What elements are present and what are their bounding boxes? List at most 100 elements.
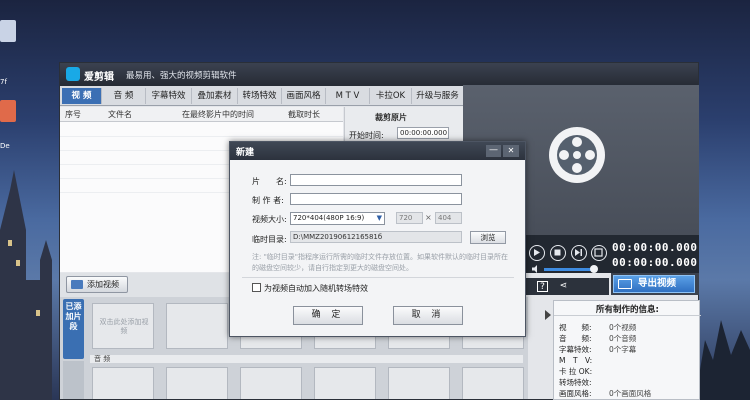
audio-track[interactable]	[90, 355, 523, 363]
info-label-audio: 音 频:	[559, 334, 592, 343]
dropdown-arrow-icon: ▼	[376, 214, 382, 222]
timeline-slot[interactable]	[166, 367, 228, 399]
castle-silhouette	[0, 170, 52, 400]
current-time: 00:00:00.000	[612, 241, 698, 254]
video-size-select[interactable]: 720*404(480P 16:9) ▼	[290, 212, 385, 225]
app-name: 爱剪辑	[84, 72, 114, 83]
random-transition-label[interactable]: 为视频自动加入随机转场特效	[264, 283, 368, 294]
stop-button[interactable]	[550, 245, 566, 261]
add-video-label: 添加视频	[87, 280, 119, 289]
app-titlebar[interactable]: 爱剪辑 最易用、强大的视频剪辑软件	[60, 63, 698, 86]
volume-row	[524, 264, 614, 275]
play-icon	[534, 249, 540, 256]
dialog-divider	[242, 277, 514, 278]
video-size-value: 720*404(480P 16:9)	[293, 214, 365, 222]
timeline-slot[interactable]: 双击此处添加视频	[92, 303, 154, 349]
info-label-video: 视 频:	[559, 323, 592, 332]
info-value-picture-style: 0个画面风格	[609, 389, 652, 398]
project-info-panel: 所有制作的信息: 视 频: 0个视频 音 频: 0个音频 字幕特效: 0个字幕 …	[553, 300, 701, 400]
info-label-karaoke: 卡 拉 OK:	[559, 367, 593, 376]
desktop-icon-label: 7f	[0, 78, 7, 86]
volume-icon[interactable]	[531, 264, 541, 274]
desktop-icon-label: De	[0, 142, 10, 150]
temp-dir-note: 注: "临时目录"指程序运行所需的临时文件存放位置。如果软件默认的临时目录所在的…	[252, 253, 509, 272]
start-time-input[interactable]: 00:00:00.000	[397, 127, 449, 139]
export-video-label: 导出视频	[638, 278, 677, 289]
tab-mtv[interactable]: M T V	[326, 88, 370, 104]
film-add-icon	[71, 280, 83, 289]
title-field-label: 片 名:	[252, 177, 287, 186]
tab-video[interactable]: 视 频	[62, 88, 102, 104]
timeline-side-tab[interactable]	[63, 361, 84, 399]
timeline-slot[interactable]	[92, 367, 154, 399]
fullscreen-button[interactable]	[591, 245, 607, 261]
app-logo-icon	[66, 67, 80, 81]
tab-subtitle-effects[interactable]: 字幕特效	[146, 88, 192, 104]
desktop-file-icon[interactable]	[0, 100, 16, 122]
info-label-mtv: M T V:	[559, 356, 593, 365]
author-field[interactable]	[290, 193, 462, 205]
arrow-right-icon	[545, 310, 551, 320]
panel-toggle[interactable]	[545, 310, 551, 370]
height-field: 404	[435, 212, 462, 224]
author-field-label: 制 作 者:	[252, 196, 284, 205]
added-clips-tab[interactable]: 已添加片段	[63, 299, 84, 359]
info-label-picture-style: 画面风格:	[559, 389, 592, 398]
info-value-video: 0个视频	[609, 323, 637, 332]
browse-button[interactable]: 浏览	[470, 231, 506, 244]
fullscreen-icon	[594, 248, 603, 257]
tab-overlay[interactable]: 叠加素材	[192, 88, 238, 104]
audio-track-label: 音 频	[94, 355, 111, 363]
tab-picture-style[interactable]: 画面风格	[282, 88, 326, 104]
tab-karaoke[interactable]: 卡拉OK	[370, 88, 412, 104]
timeline-slot[interactable]	[388, 367, 450, 399]
volume-slider-handle[interactable]	[590, 265, 598, 273]
temp-dir-label: 临时目录:	[252, 235, 287, 244]
help-icon[interactable]: ?	[537, 281, 548, 292]
new-project-dialog: 新建 — ✕ 片 名: 制 作 者: 视频大小: 720*404(480P 16…	[229, 141, 526, 337]
dialog-minimize-button[interactable]: —	[486, 145, 501, 157]
trees-silhouette	[695, 320, 750, 400]
width-field: 720	[396, 212, 423, 224]
column-final-time[interactable]: 在最终影片中的时间	[182, 109, 254, 120]
cancel-button[interactable]: 取 消	[393, 306, 463, 325]
clip-trim-title: 裁剪原片	[375, 113, 407, 122]
timeline-slot[interactable]	[166, 303, 228, 349]
timeline-slot[interactable]	[462, 367, 524, 399]
column-duration[interactable]: 截取时长	[288, 109, 320, 120]
ok-button[interactable]: 确 定	[293, 306, 363, 325]
tab-audio[interactable]: 音 频	[102, 88, 146, 104]
dialog-close-button[interactable]: ✕	[503, 145, 519, 157]
clip-list-header: 序号 文件名 在最终影片中的时间 截取时长	[60, 107, 343, 122]
export-icon	[618, 279, 632, 289]
desktop-file-icon[interactable]	[0, 20, 16, 42]
add-video-button[interactable]: 添加视频	[66, 276, 128, 293]
share-icon[interactable]: ⋖	[558, 281, 569, 292]
title-field[interactable]	[290, 174, 462, 186]
dialog-titlebar[interactable]: 新建 — ✕	[230, 142, 525, 160]
play-button[interactable]	[529, 245, 545, 261]
random-transition-checkbox[interactable]	[252, 283, 261, 292]
volume-slider[interactable]	[544, 268, 592, 271]
info-label-transitions: 转场特效:	[559, 378, 592, 387]
column-filename[interactable]: 文件名	[108, 109, 132, 120]
project-info-title: 所有制作的信息:	[596, 305, 659, 315]
film-reel-icon	[549, 127, 605, 183]
tab-transitions[interactable]: 转场特效	[238, 88, 282, 104]
dialog-title: 新建	[236, 148, 255, 158]
column-index[interactable]: 序号	[65, 109, 81, 120]
slot-hint: 双击此处添加视频	[99, 318, 149, 335]
video-size-label: 视频大小:	[252, 215, 287, 224]
main-tabs: 视 频 音 频 字幕特效 叠加素材 转场特效 画面风格 M T V 卡拉OK 升…	[60, 86, 465, 106]
step-forward-icon	[575, 249, 582, 256]
info-value-subtitles: 0个字幕	[609, 345, 637, 354]
temp-dir-field: D:\MMZ2019061216581б	[290, 231, 462, 243]
timeline-slot[interactable]	[314, 367, 376, 399]
timeline-slot[interactable]	[240, 367, 302, 399]
next-frame-button[interactable]	[571, 245, 587, 261]
tab-upgrade-service[interactable]: 升级与服务	[412, 88, 464, 104]
stop-icon	[554, 249, 561, 256]
start-time-label: 开始时间:	[349, 131, 384, 140]
total-time: 00:00:00.000	[612, 256, 698, 269]
export-video-button[interactable]: 导出视频	[613, 275, 695, 293]
